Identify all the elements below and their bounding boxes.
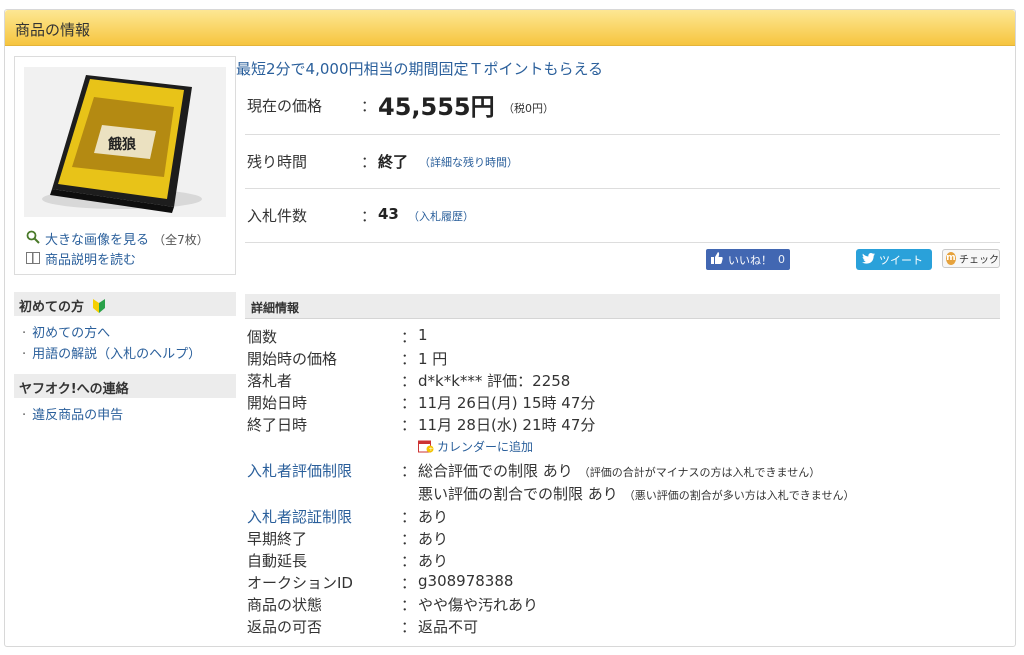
detail-value-winner: d*k*k*** 評価：2258 [418, 372, 571, 390]
svg-text:+: + [428, 446, 433, 453]
image-count: （全7枚） [153, 233, 209, 247]
sidebar-contact-header: ヤフオク!への連絡 [14, 374, 236, 398]
twitter-bird-icon [862, 252, 875, 267]
detail-label-returns: 返品の可否 [247, 618, 323, 636]
detail-label-start-date: 開始日時 [247, 394, 308, 412]
sidebar-beginners-title: 初めての方 [19, 300, 85, 315]
detail-label-winner: 落札者 [247, 372, 293, 390]
like-count: 0 [778, 253, 785, 266]
facebook-like-button[interactable]: いいね！ 0 [706, 249, 790, 270]
colon: ： [401, 416, 417, 434]
colon: ： [361, 207, 377, 225]
colon: ： [401, 372, 417, 390]
sidebar-beginners-header: 初めての方 [14, 292, 236, 316]
detail-value-condition: やや傷や汚れあり [418, 596, 539, 614]
bullet: · [22, 326, 27, 341]
detail-label-quantity: 個数 [247, 328, 278, 346]
colon: ： [401, 328, 417, 346]
like-label: いいね！ [728, 253, 772, 267]
colon: ： [401, 530, 417, 548]
detail-label-end-date: 終了日時 [247, 416, 308, 434]
tweet-button[interactable]: ツイート [856, 249, 932, 270]
read-description-link[interactable]: 商品説明を読む [25, 249, 136, 268]
divider [245, 134, 1000, 135]
colon: ： [361, 97, 377, 115]
beginner-mark-icon [92, 299, 105, 313]
read-description-label[interactable]: 商品説明を読む [45, 253, 136, 268]
add-to-calendar-link[interactable]: + カレンダーに追加 [418, 438, 533, 456]
sidebar-item-first-time[interactable]: · 初めての方へ [22, 322, 110, 341]
remaining-time-label: 残り時間 [247, 153, 308, 171]
detail-value-start-date: 11月 26日(月) 15時 47分 [418, 394, 596, 412]
check-label: チェック [959, 255, 999, 266]
magnifier-icon [25, 230, 41, 247]
detail-label-auto-extension: 自動延長 [247, 552, 308, 570]
sidebar-item-report-violation[interactable]: · 違反商品の申告 [22, 404, 123, 423]
detail-value-returns: 返品不可 [418, 618, 479, 636]
mixi-icon: m [946, 252, 956, 265]
total-rating-restriction-note: （評価の合計がマイナスの方は入札できません） [578, 466, 821, 479]
bid-history-link[interactable]: （入札履歴） [408, 208, 474, 224]
detail-value-verification-restriction: あり [418, 508, 449, 526]
bid-count-label: 入札件数 [247, 207, 308, 225]
colon: ： [401, 552, 417, 570]
sidebar-item-label[interactable]: 初めての方へ [32, 326, 110, 341]
sidebar-item-label[interactable]: 違反商品の申告 [32, 408, 123, 423]
details-header: 詳細情報 [245, 294, 1000, 319]
panel-title: 商品の情報 [15, 21, 91, 39]
divider [245, 188, 1000, 189]
bid-count-value: 43 [378, 205, 399, 223]
panel-header: 商品の情報 [5, 10, 1015, 46]
remaining-time-value: 終了 [378, 153, 409, 171]
view-large-image-link[interactable]: 大きな画像を見る （全7枚） [25, 229, 209, 248]
colon: ： [361, 153, 377, 171]
detail-label-bidder-verification-restriction[interactable]: 入札者認証制限 [247, 506, 352, 527]
tax-amount: （税0円） [503, 102, 554, 115]
bullet: · [22, 408, 27, 423]
detail-label-auction-id: オークションID [247, 574, 353, 592]
calendar-icon: + [418, 439, 434, 456]
colon: ： [401, 394, 417, 412]
bad-rating-restriction-text: 悪い評価の割合での制限 あり [418, 485, 618, 503]
detailed-remaining-time-link[interactable]: （詳細な残り時間） [419, 154, 518, 170]
tweet-label: ツイート [879, 253, 923, 267]
detail-value-quantity: 1 [418, 326, 428, 344]
thumbs-up-icon [711, 252, 723, 267]
colon: ： [401, 574, 417, 592]
add-to-calendar-label[interactable]: カレンダーに追加 [437, 440, 533, 454]
sidebar-contact-title: ヤフオク!への連絡 [19, 382, 129, 397]
detail-label-early-end: 早期終了 [247, 530, 308, 548]
detail-value-bad-rating-restriction: 悪い評価の割合での制限 あり （悪い評価の割合が多い方は入札できません） [418, 483, 854, 504]
view-large-image-label[interactable]: 大きな画像を見る [45, 233, 149, 248]
mixi-check-button[interactable]: m チェック [942, 249, 1000, 268]
bad-rating-restriction-note: （悪い評価の割合が多い方は入札できません） [623, 489, 855, 502]
detail-value-auto-extension: あり [418, 552, 449, 570]
detail-label-bidder-rating-restriction[interactable]: 入札者評価制限 [247, 460, 352, 481]
bullet: · [22, 347, 27, 362]
current-price-value: 45,555円 [378, 93, 495, 121]
detail-label-start-price: 開始時の価格 [247, 350, 338, 368]
tpoint-promo-link[interactable]: 最短2分で4,000円相当の期間固定Ｔポイントもらえる [236, 58, 603, 79]
divider [245, 242, 1000, 243]
colon: ： [401, 596, 417, 614]
book-icon [25, 252, 41, 267]
current-price-label: 現在の価格 [247, 97, 323, 115]
detail-value-end-date: 11月 28日(水) 21時 47分 [418, 416, 596, 434]
colon: ： [401, 462, 417, 480]
sidebar-item-label[interactable]: 用語の解説（入札のヘルプ） [32, 347, 201, 362]
svg-text:餓狼: 餓狼 [108, 136, 137, 153]
detail-label-condition: 商品の状態 [247, 596, 323, 614]
colon: ： [401, 508, 417, 526]
detail-value-start-price: 1 円 [418, 350, 448, 368]
colon: ： [401, 350, 417, 368]
detail-value-total-rating-restriction: 総合評価での制限 あり （評価の合計がマイナスの方は入札できません） [418, 460, 820, 481]
sidebar-item-glossary[interactable]: · 用語の解説（入札のヘルプ） [22, 343, 201, 362]
product-photo[interactable]: 餓狼 [24, 67, 226, 217]
detail-value-early-end: あり [418, 530, 449, 548]
colon: ： [401, 618, 417, 636]
total-rating-restriction-text: 総合評価での制限 あり [418, 462, 573, 480]
detail-value-auction-id: g308978388 [418, 572, 514, 590]
product-photo-graphic: 餓狼 [24, 67, 226, 217]
